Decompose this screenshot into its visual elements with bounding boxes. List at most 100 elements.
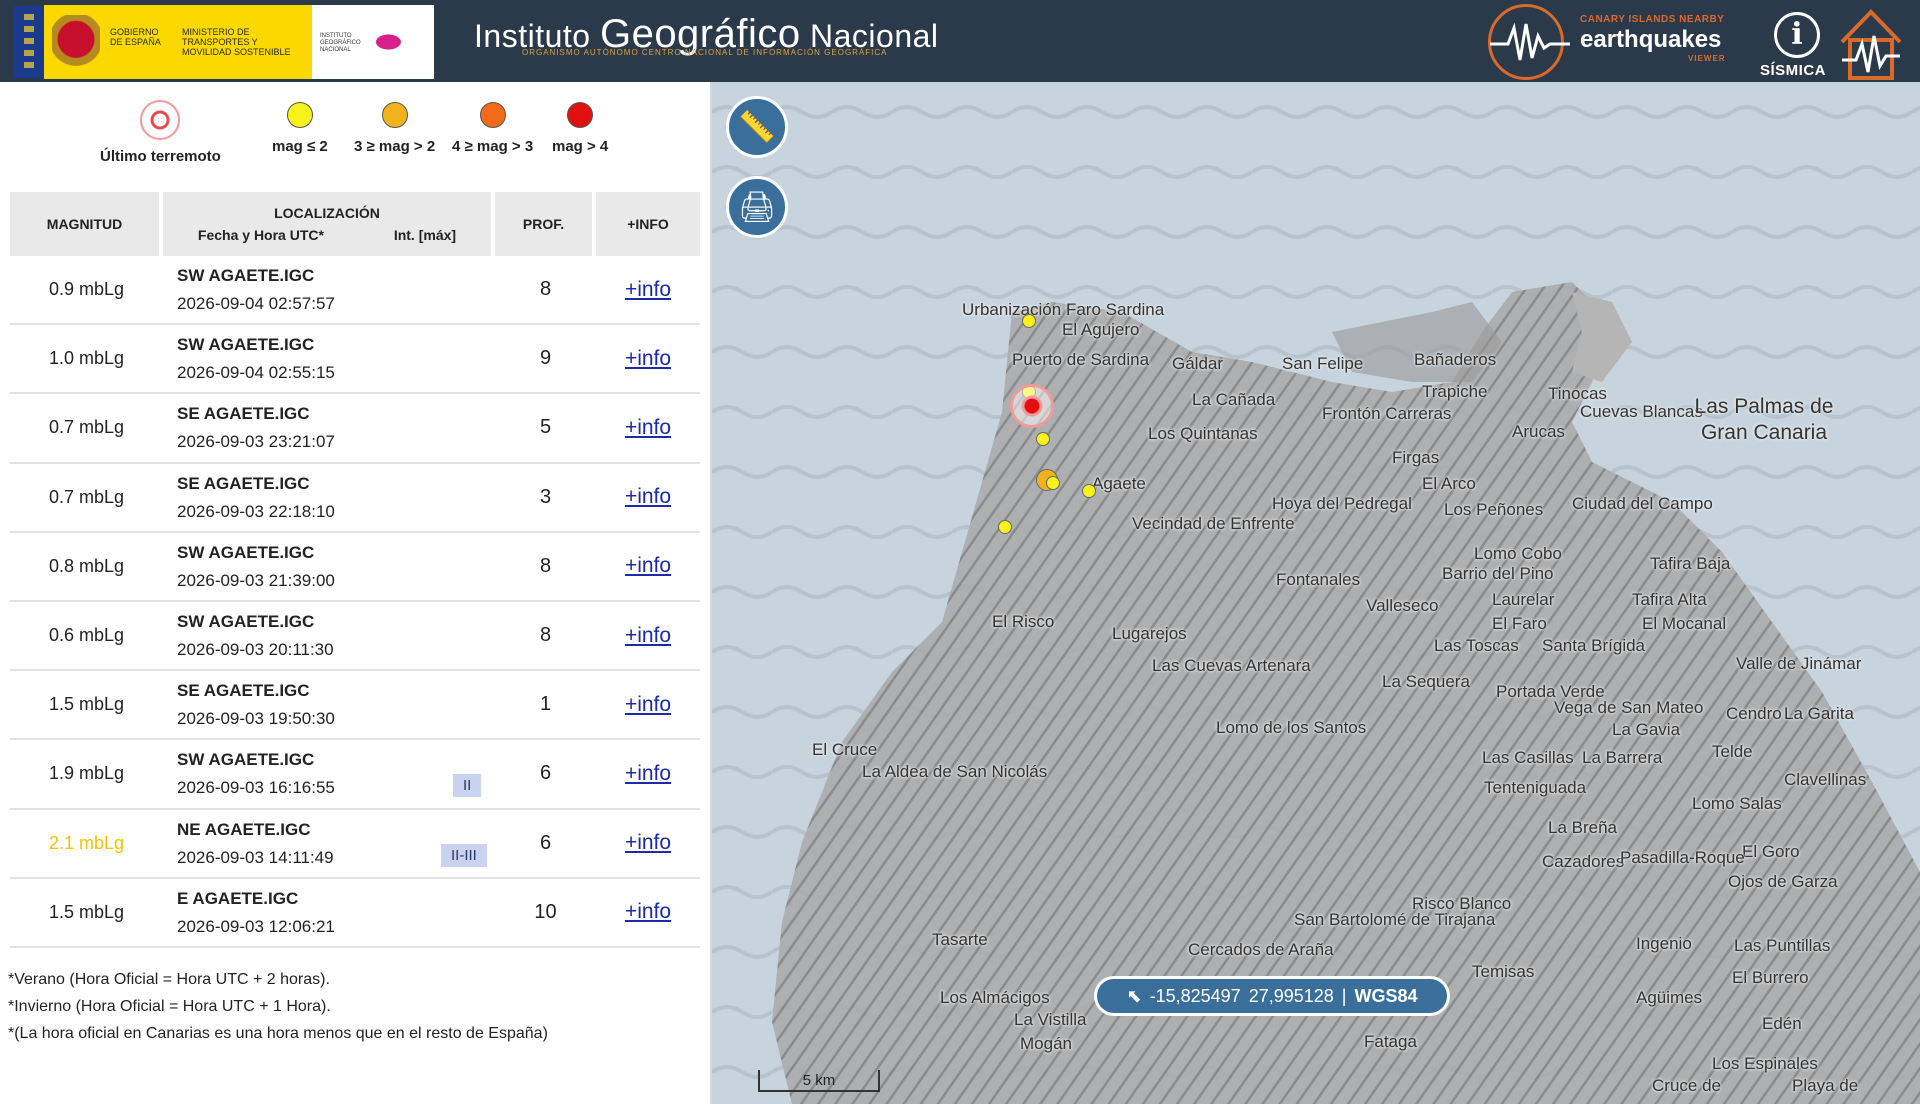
page-subtitle: Organismo Autónomo Centro Nacional de In… — [522, 48, 888, 57]
earthquake-marker[interactable] — [1036, 432, 1050, 446]
more-info-link[interactable]: +info — [625, 624, 671, 647]
table-row[interactable]: 1.5 mbLg SE AGAETE.IGC 2026-09-03 19:50:30… — [10, 671, 700, 741]
legend-mag-1-label: mag ≤ 2 — [272, 138, 328, 155]
ign-logo-text: Instituto Geográfico Nacional — [320, 33, 361, 53]
map-place-label: La Breña — [1548, 818, 1617, 837]
row-place: E AGAETE.IGC — [177, 888, 299, 908]
row-place: SW AGAETE.IGC — [177, 611, 315, 631]
row-place: NE AGAETE.IGC — [177, 819, 311, 839]
map-place-label: Las Palmas de Gran Canaria — [1694, 395, 1834, 444]
more-info-link[interactable]: +info — [625, 485, 671, 508]
row-datetime: 2026-09-03 12:06:21 — [177, 916, 335, 936]
row-location: E AGAETE.IGC 2026-09-03 12:06:21 — [163, 879, 495, 946]
dark-orange-dot-icon — [479, 102, 506, 128]
row-location: SW AGAETE.IGC 2026-09-03 21:39:00 — [163, 533, 495, 600]
more-info-link[interactable]: +info — [625, 416, 671, 439]
info-icon[interactable]: i — [1774, 12, 1820, 58]
note-summer: *Verano (Hora Oficial = Hora UTC + 2 hor… — [8, 971, 330, 988]
map-place-label: Lugarejos — [1112, 624, 1187, 643]
map-place-label: Agaete — [1092, 474, 1146, 493]
table-row[interactable]: 0.8 mbLg SW AGAETE.IGC 2026-09-03 21:39:00… — [10, 533, 700, 602]
map-place-label: Agüimes — [1636, 988, 1703, 1007]
map-place-label: La Aldea de San Nicolás — [862, 762, 1048, 781]
map-place-label: Vega de San Mateo — [1554, 698, 1704, 717]
table-row[interactable]: 0.6 mbLg SW AGAETE.IGC 2026-09-03 20:11:30… — [10, 602, 700, 672]
map-place-label: Lomo de los Santos — [1216, 718, 1367, 737]
row-datetime: 2026-09-03 20:11:30 — [177, 639, 334, 659]
more-info-link[interactable]: +info — [625, 762, 671, 785]
earthquake-marker[interactable] — [1022, 314, 1036, 328]
measure-ruler-button[interactable]: 📏 — [726, 96, 788, 158]
map-place-label: Barrio del Pino — [1442, 564, 1554, 583]
header-depth: PROF. — [495, 192, 596, 256]
header-date: Fecha y Hora UTC* — [197, 227, 324, 243]
government-logo: Gobierno de España Ministerio de Transpo… — [44, 5, 312, 79]
map-place-label: El Burrero — [1732, 968, 1809, 987]
cursor-icon: ⬉ — [1126, 985, 1142, 1006]
map-place-label: La Sequera — [1382, 672, 1470, 691]
earthquake-marker[interactable] — [1082, 484, 1096, 498]
more-info-link[interactable]: +info — [625, 347, 671, 370]
earthquake-marker[interactable] — [998, 520, 1012, 534]
table-row[interactable]: 2.1 mbLg NE AGAETE.IGC 2026-09-03 14:11:49… — [10, 810, 700, 879]
red-dot-icon — [567, 102, 594, 128]
table-row[interactable]: 0.7 mbLg SE AGAETE.IGC 2026-09-03 22:18:10… — [10, 464, 700, 533]
header-location: LOCALIZACIÓN Fecha y Hora UTC* Int. [máx… — [163, 192, 495, 256]
print-button[interactable]: 🖨 — [726, 176, 788, 238]
legend-mag-2-label: 3 ≥ mag > 2 — [354, 138, 436, 155]
more-info-link[interactable]: +info — [625, 278, 671, 301]
row-datetime: 2026-09-04 02:55:15 — [177, 363, 335, 383]
map-place-label: La Cañada — [1192, 390, 1276, 409]
map-place-label: Tenteniguada — [1484, 778, 1587, 797]
earthquake-marker[interactable] — [1046, 476, 1060, 490]
map-place-label: Trapiche — [1422, 382, 1488, 401]
map-place-label: Ciudad del Campo — [1572, 494, 1713, 513]
row-place: SW AGAETE.IGC — [177, 750, 315, 770]
more-info-link[interactable]: +info — [625, 831, 671, 854]
map-place-label: Tinocas — [1548, 384, 1607, 403]
map-place-label: El Mocanal — [1642, 614, 1727, 633]
map-place-label: Puerto de Sardina — [1012, 350, 1150, 369]
row-depth: 9 — [539, 347, 552, 370]
map-place-label: Ingenio — [1636, 934, 1692, 953]
map-place-label: El Arco — [1422, 474, 1476, 493]
map-place-label: Mogán — [1020, 1034, 1072, 1053]
more-info-link[interactable]: +info — [625, 554, 671, 577]
map-place-label: Los Peñones — [1444, 500, 1544, 519]
table-row[interactable]: 0.7 mbLg SE AGAETE.IGC 2026-09-03 23:21:07… — [10, 394, 700, 464]
row-location: SW AGAETE.IGC 2026-09-04 02:55:15 — [163, 325, 495, 392]
table-row[interactable]: 1.5 mbLg E AGAETE.IGC 2026-09-03 12:06:21 1… — [10, 879, 700, 948]
map-place-label: Hoya del Pedregal — [1272, 494, 1412, 513]
row-datetime: 2026-09-03 19:50:30 — [177, 709, 335, 729]
row-info-cell: +info — [596, 900, 700, 924]
home-seismic-icon[interactable] — [1836, 6, 1906, 80]
map-place-label: Pasadilla-Roque — [1620, 848, 1745, 867]
map-place-label: Ojos de Garza — [1728, 872, 1838, 891]
more-info-link[interactable]: +info — [625, 900, 671, 923]
more-info-link[interactable]: +info — [625, 693, 671, 716]
table-header: MAGNITUD LOCALIZACIÓN Fecha y Hora UTC* … — [10, 192, 700, 256]
sismica-label[interactable]: SÍSMICA — [1760, 62, 1826, 79]
table-row[interactable]: 1.9 mbLg SW AGAETE.IGC 2026-09-03 16:16:55… — [10, 740, 700, 810]
row-magnitude: 0.7 mbLg — [48, 486, 125, 507]
map-place-label: Frontón Carreras — [1322, 404, 1452, 423]
legend-mag-4: mag > 4 — [552, 102, 608, 155]
map-place-label: La Vistilla — [1014, 1010, 1087, 1029]
row-depth: 8 — [539, 624, 552, 647]
map-place-label: Arucas — [1512, 422, 1565, 441]
map-place-label: Urbanización Faro Sardina — [962, 300, 1165, 319]
table-body: 0.9 mbLg SW AGAETE.IGC 2026-09-04 02:57:57… — [10, 256, 700, 948]
row-depth: 6 — [539, 762, 552, 785]
orange-dot-icon — [381, 102, 408, 128]
table-row[interactable]: 0.9 mbLg SW AGAETE.IGC 2026-09-04 02:57:57… — [10, 256, 700, 326]
row-depth: 1 — [539, 693, 552, 716]
map-place-label: Cercados de Araña — [1188, 940, 1334, 959]
row-depth: 5 — [539, 416, 552, 439]
row-location: SW AGAETE.IGC 2026-09-03 20:11:30 — [163, 602, 495, 669]
row-info-cell: +info — [596, 278, 700, 302]
last-earthquake-marker[interactable] — [1010, 384, 1054, 428]
row-location: SW AGAETE.IGC 2026-09-04 02:57:57 — [163, 256, 495, 323]
map-view[interactable]: 📏 🖨 Urbanización Faro Sardina El Agujero P… — [712, 82, 1920, 1104]
note-canary: *(La hora oficial en Canarias es una hor… — [8, 1025, 548, 1042]
table-row[interactable]: 1.0 mbLg SW AGAETE.IGC 2026-09-04 02:55:15… — [10, 325, 700, 395]
